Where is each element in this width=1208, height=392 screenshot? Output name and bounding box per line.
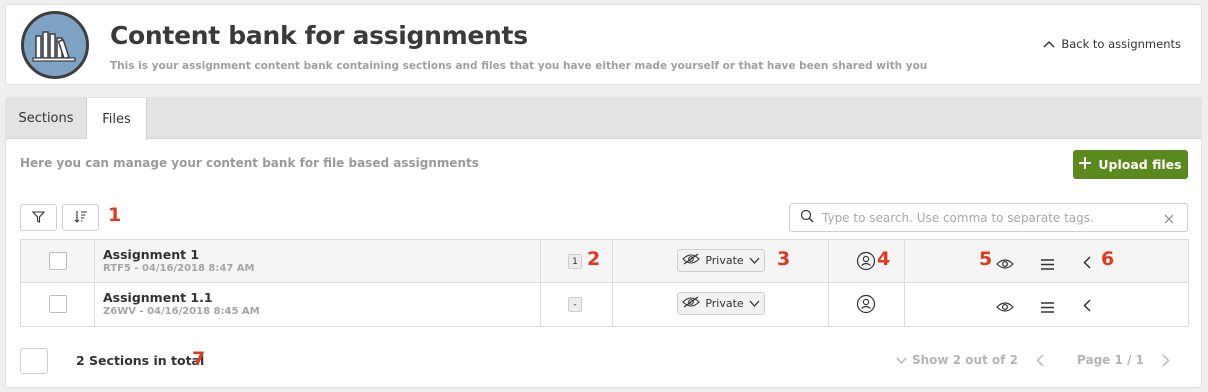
file-meta: RTF5 - 04/16/2018 8:47 AM	[103, 263, 255, 274]
upload-files-button[interactable]: Upload files	[1073, 150, 1188, 179]
sort-icon	[74, 208, 88, 227]
table-row: Assignment 1.1 Z6WV - 04/16/2018 8:45 AM…	[21, 283, 1188, 326]
visibility-dropdown[interactable]: Private	[677, 292, 765, 315]
files-table: Assignment 1 RTF5 - 04/16/2018 8:47 AM 1…	[20, 239, 1189, 327]
page-subtitle: This is your assignment content bank con…	[110, 60, 928, 72]
chevron-up-icon	[1043, 37, 1055, 51]
table-row: Assignment 1 RTF5 - 04/16/2018 8:47 AM 1…	[21, 240, 1188, 283]
annotation-6: 6	[1101, 248, 1115, 270]
previous-page-icon[interactable]	[1036, 352, 1044, 371]
menu-icon[interactable]	[1041, 255, 1054, 274]
chevron-down-icon	[749, 297, 760, 310]
file-meta: Z6WV - 04/16/2018 8:45 AM	[103, 306, 260, 317]
chevron-down-icon	[896, 353, 907, 367]
tab-files[interactable]: Files	[87, 98, 147, 140]
eye-slash-icon	[682, 296, 701, 311]
filter-button[interactable]	[20, 204, 57, 231]
total-count: 2 Sections in total	[76, 353, 205, 368]
annotation-5: 5	[979, 248, 993, 270]
page-header: Content bank for assignments This is you…	[5, 4, 1202, 85]
plus-icon	[1079, 157, 1092, 172]
annotation-1: 1	[108, 204, 122, 226]
chevron-down-icon	[749, 254, 760, 267]
count-badge: 1	[568, 254, 582, 269]
clear-icon[interactable]	[1163, 210, 1175, 229]
books-logo-icon	[21, 11, 89, 79]
annotation-7: 7	[192, 348, 206, 370]
search-box	[789, 203, 1188, 232]
visibility-label: Private	[705, 297, 744, 310]
count-badge: -	[568, 297, 582, 312]
annotation-4: 4	[877, 248, 891, 270]
visibility-dropdown[interactable]: Private	[677, 249, 765, 272]
search-input[interactable]	[822, 210, 1152, 225]
annotation-3: 3	[777, 248, 791, 270]
files-description: Here you can manage your content bank fo…	[20, 156, 479, 170]
visibility-label: Private	[705, 254, 744, 267]
row-checkbox[interactable]	[49, 252, 67, 270]
back-link-label: Back to assignments	[1061, 37, 1181, 51]
chevron-left-icon[interactable]	[1083, 297, 1091, 316]
tab-sections[interactable]: Sections	[6, 98, 87, 139]
tab-bar: Sections Files	[6, 98, 1201, 140]
share-user-icon[interactable]	[856, 294, 876, 318]
page-size-dropdown[interactable]: Show 2 out of 2	[896, 353, 1018, 367]
sort-button[interactable]	[62, 204, 99, 231]
content-panel: Sections Files Here you can manage your …	[5, 97, 1202, 388]
chevron-left-icon[interactable]	[1083, 254, 1091, 273]
filter-icon	[31, 208, 46, 227]
next-page-icon[interactable]	[1162, 352, 1170, 371]
row-checkbox[interactable]	[49, 295, 67, 313]
eye-slash-icon	[682, 253, 701, 268]
select-all-checkbox[interactable]	[20, 348, 48, 374]
page-indicator: Page 1 / 1	[1077, 353, 1144, 367]
search-icon	[800, 208, 814, 227]
share-user-icon[interactable]	[856, 251, 876, 275]
back-to-assignments-link[interactable]: Back to assignments	[1043, 37, 1181, 51]
page-size-label: Show 2 out of 2	[912, 353, 1018, 367]
file-name[interactable]: Assignment 1	[103, 247, 199, 262]
page-title: Content bank for assignments	[110, 21, 528, 50]
upload-files-label: Upload files	[1098, 157, 1182, 172]
annotation-2: 2	[587, 248, 601, 270]
menu-icon[interactable]	[1041, 298, 1054, 317]
preview-eye-icon[interactable]	[996, 298, 1014, 317]
preview-eye-icon[interactable]	[996, 255, 1014, 274]
file-name[interactable]: Assignment 1.1	[103, 290, 213, 305]
